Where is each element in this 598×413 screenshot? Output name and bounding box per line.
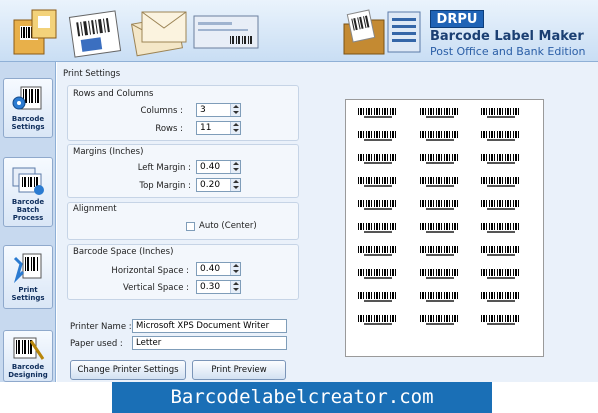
sidebar-item-label: Barcode Designing [8,363,48,379]
columns-stepper[interactable]: 3 [196,103,241,117]
vertical-space-label: Vertical Space : [123,283,189,293]
app-subtitle: Post Office and Bank Edition [430,45,586,58]
bank-cheque-icon [193,15,259,49]
sidebar-item-barcode-settings[interactable]: Barcode Settings [3,78,53,138]
auto-center-checkbox[interactable] [186,222,195,231]
barcode-label [481,177,521,189]
columns-label: Columns : [140,106,183,116]
barcode-label [420,315,460,327]
barcode-label [420,131,460,143]
sidebar-item-label: Barcode Settings [11,115,45,131]
rows-value: 11 [200,123,212,133]
barcode-card-icon [68,10,122,58]
barcode-label [358,223,398,235]
app-window: DRPU Barcode Label Maker Post Office and… [0,0,598,413]
left-margin-stepper[interactable]: 0.40 [196,160,241,174]
brand-logo: DRPU [430,10,484,28]
barcode-settings-icon [12,86,42,110]
left-margin-label: Left Margin : [137,163,191,173]
print-settings-icon [13,253,42,284]
columns-value: 3 [200,105,206,115]
barcode-label [358,177,398,189]
rows-label: Rows : [155,124,183,134]
barcode-label [481,292,521,304]
barcode-label [358,292,398,304]
print-settings-panel: Print Settings Rows and Columns Columns … [57,62,598,382]
barcode-label [358,246,398,258]
barcode-label [420,200,460,212]
barcode-label [481,246,521,258]
barcode-label [481,223,521,235]
envelopes-icon [130,11,187,57]
stepper-arrows[interactable] [230,161,240,173]
barcode-label [358,154,398,166]
group-title: Barcode Space (Inches) [73,247,174,257]
barcode-label [420,154,460,166]
left-margin-value: 0.40 [200,162,221,172]
horizontal-space-label: Horizontal Space : [111,266,189,276]
printer-name-label: Printer Name : [70,322,132,332]
sidebar-item-barcode-designing[interactable]: Barcode Designing [3,330,53,382]
print-preview-button[interactable]: Print Preview [192,360,286,380]
barcode-label [420,108,460,120]
group-title: Margins (Inches) [73,147,144,157]
stepper-arrows[interactable] [230,122,240,134]
barcode-label [481,154,521,166]
barcode-label [358,131,398,143]
vertical-space-stepper[interactable]: 0.30 [196,280,241,294]
rows-stepper[interactable]: 11 [196,121,241,135]
barcode-label [358,108,398,120]
barcode-label [420,223,460,235]
sidebar-item-print-settings[interactable]: Print Settings [3,245,53,309]
horizontal-space-stepper[interactable]: 0.40 [196,262,241,276]
app-title: Barcode Label Maker [430,29,584,44]
section-title: Print Settings [63,69,121,79]
barcode-label [358,315,398,327]
barcode-label [358,200,398,212]
header-banner: DRPU Barcode Label Maker Post Office and… [0,0,598,62]
sidebar-item-label: Print Settings [11,286,45,302]
paper-used-field[interactable]: Letter [132,336,287,350]
stepper-arrows[interactable] [230,263,240,275]
print-preview-sheet [345,99,544,357]
batch-process-icon [12,167,44,195]
barcode-label [481,131,521,143]
barcode-label [420,177,460,189]
barcode-label [481,269,521,281]
group-title: Alignment [73,204,117,214]
barcode-label [481,315,521,327]
barcode-label [481,200,521,212]
vertical-space-value: 0.30 [200,282,221,292]
barcode-designing-icon [13,337,45,360]
barcode-label [358,269,398,281]
sidebar-item-label: Barcode Batch Process [11,198,45,222]
stepper-arrows[interactable] [230,104,240,116]
footer-website-banner: Barcodelabelcreator.com [112,382,492,413]
group-title: Rows and Columns [73,89,154,99]
top-margin-stepper[interactable]: 0.20 [196,178,241,192]
barcode-label [481,108,521,120]
sidebar-item-batch-process[interactable]: Barcode Batch Process [3,157,53,227]
change-printer-settings-button[interactable]: Change Printer Settings [70,360,186,380]
folder-barcode-icon [343,9,421,55]
top-margin-value: 0.20 [200,180,221,190]
stepper-arrows[interactable] [230,281,240,293]
barcode-label [420,269,460,281]
top-margin-label: Top Margin : [139,181,191,191]
auto-center-label: Auto (Center) [199,221,257,231]
stepper-arrows[interactable] [230,179,240,191]
printer-name-field[interactable]: Microsoft XPS Document Writer [132,319,287,333]
paper-used-label: Paper used : [70,339,123,349]
horizontal-space-value: 0.40 [200,264,221,274]
barcode-box-icon [13,9,57,55]
sidebar: Barcode Settings Barcode Batch Process P… [0,62,56,382]
barcode-label [420,292,460,304]
barcode-label [420,246,460,258]
